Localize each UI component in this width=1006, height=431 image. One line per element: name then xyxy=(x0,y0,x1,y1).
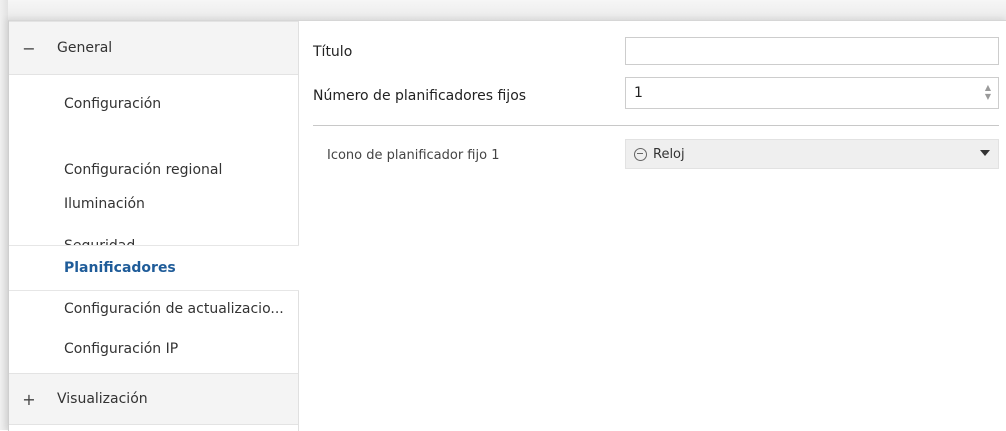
sidebar-item-configuracion-regional[interactable]: Configuración regional xyxy=(9,151,298,189)
clock-icon xyxy=(634,147,647,161)
spin-arrows-icon[interactable]: ▲ ▼ xyxy=(984,83,992,101)
sidebar-item-iluminacion[interactable]: Iluminación xyxy=(9,185,298,223)
group-general[interactable]: − General xyxy=(9,21,298,75)
sidebar-item-label: Configuración xyxy=(64,96,162,112)
scheduler-icon-value: Reloj xyxy=(653,146,685,162)
sidebar-item-label: Configuración regional xyxy=(64,162,223,178)
sidebar-item-label: Configuración IP xyxy=(64,341,179,357)
scheduler-icon-select[interactable]: Reloj xyxy=(625,139,999,169)
window-shadow-left xyxy=(0,0,8,430)
sidebar-item-configuracion-ip[interactable]: Configuración IP xyxy=(9,330,298,368)
expand-icon[interactable]: + xyxy=(21,390,37,409)
scheduler-count-value: 1 xyxy=(634,85,643,101)
sidebar-item-planificadores[interactable]: Planificadores xyxy=(9,245,299,291)
collapse-icon[interactable]: − xyxy=(21,39,37,58)
title-input[interactable] xyxy=(625,37,999,65)
sidebar-item-label: Planificadores xyxy=(64,260,176,276)
window-shadow-top xyxy=(0,0,1006,22)
group-visualizacion-label: Visualización xyxy=(57,391,148,407)
group-general-label: General xyxy=(57,40,113,56)
title-label: Título xyxy=(313,44,353,60)
group-visualizacion[interactable]: + Visualización xyxy=(9,373,298,425)
content-panel: Título Número de planificadores fijos 1 … xyxy=(299,21,1006,431)
sidebar: − General Configuración Configuración re… xyxy=(9,21,299,431)
scheduler-count-stepper[interactable]: 1 ▲ ▼ xyxy=(625,77,999,109)
sidebar-item-label: Configuración de actualizacio... xyxy=(64,301,284,317)
scheduler-count-label: Número de planificadores fijos xyxy=(313,88,527,104)
sidebar-item-configuracion[interactable]: Configuración xyxy=(9,85,298,123)
sidebar-item-label: Iluminación xyxy=(64,196,145,212)
sidebar-item-actualizaciones[interactable]: Configuración de actualizacio... xyxy=(9,290,298,328)
scheduler-icon-label: Icono de planificador fijo 1 xyxy=(327,148,500,163)
settings-window: − General Configuración Configuración re… xyxy=(8,20,1006,431)
section-divider xyxy=(313,125,999,126)
chevron-down-icon[interactable] xyxy=(980,150,990,156)
